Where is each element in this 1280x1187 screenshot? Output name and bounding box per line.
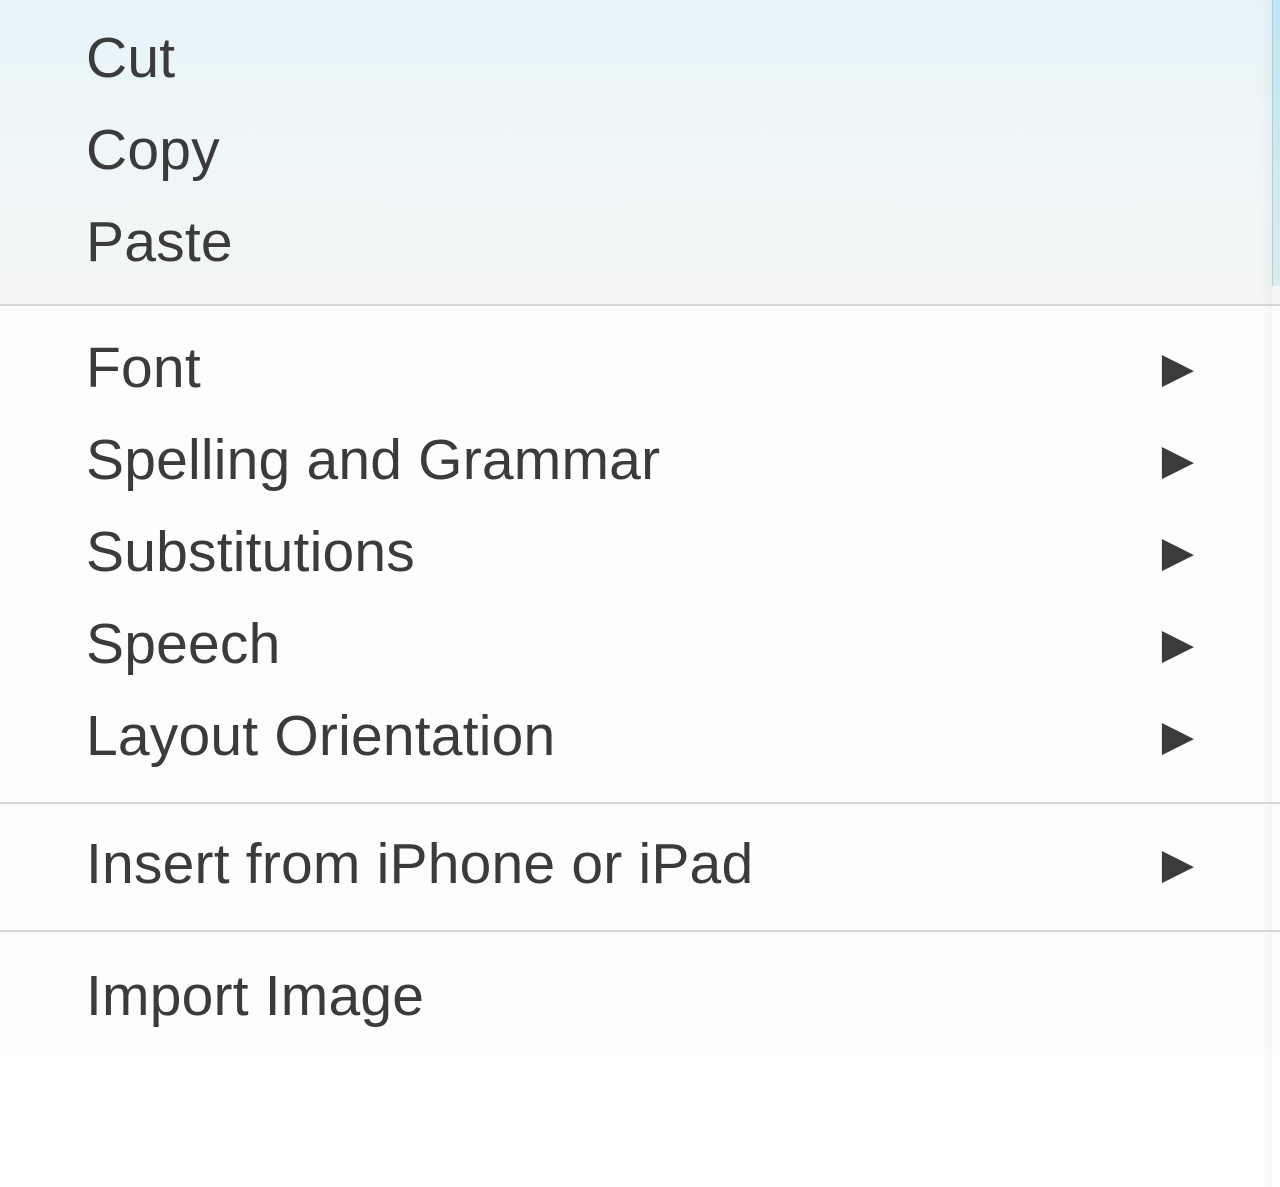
menu-item-label: Insert from iPhone or iPad — [86, 831, 753, 897]
menu-item-label: Speech — [86, 611, 281, 677]
submenu-arrow-icon: ▶ — [1162, 843, 1194, 885]
menu-section-continuity: Insert from iPhone or iPad ▶ — [0, 804, 1280, 930]
menu-item-paste[interactable]: Paste — [0, 196, 1280, 288]
menu-item-label: Cut — [86, 25, 175, 91]
submenu-arrow-icon: ▶ — [1162, 715, 1194, 757]
menu-item-cut[interactable]: Cut — [0, 12, 1280, 104]
menu-item-layout-orientation[interactable]: Layout Orientation ▶ — [0, 690, 1280, 782]
menu-item-label: Spelling and Grammar — [86, 427, 660, 493]
submenu-arrow-icon: ▶ — [1162, 347, 1194, 389]
menu-item-label: Layout Orientation — [86, 703, 555, 769]
context-menu: Cut Copy Paste Font ▶ Spelling and Gramm… — [0, 0, 1280, 1187]
menu-item-speech[interactable]: Speech ▶ — [0, 598, 1280, 690]
menu-item-label: Substitutions — [86, 519, 415, 585]
menu-item-label: Paste — [86, 209, 233, 275]
menu-item-spelling-and-grammar[interactable]: Spelling and Grammar ▶ — [0, 414, 1280, 506]
submenu-arrow-icon: ▶ — [1162, 531, 1194, 573]
menu-item-font[interactable]: Font ▶ — [0, 322, 1280, 414]
window-edge — [1272, 0, 1280, 286]
menu-item-label: Copy — [86, 117, 220, 183]
menu-item-copy[interactable]: Copy — [0, 104, 1280, 196]
menu-item-substitutions[interactable]: Substitutions ▶ — [0, 506, 1280, 598]
menu-section-import: Import Image — [0, 932, 1280, 1054]
menu-item-label: Import Image — [86, 963, 424, 1029]
menu-item-label: Font — [86, 335, 201, 401]
submenu-arrow-icon: ▶ — [1162, 623, 1194, 665]
submenu-arrow-icon: ▶ — [1162, 439, 1194, 481]
menu-item-import-image[interactable]: Import Image — [0, 950, 1280, 1042]
menu-section-clipboard: Cut Copy Paste — [0, 0, 1280, 304]
menu-section-formatting: Font ▶ Spelling and Grammar ▶ Substituti… — [0, 306, 1280, 802]
menu-item-insert-from-iphone-or-ipad[interactable]: Insert from iPhone or iPad ▶ — [0, 818, 1280, 910]
